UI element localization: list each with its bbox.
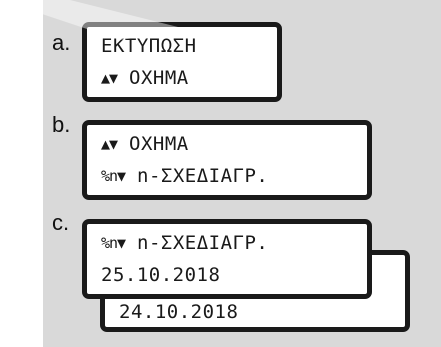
percent-n-down-icon: %n▼	[101, 167, 126, 185]
display-text: n-ΣΧΕΔΙΑΓΡ.	[125, 232, 269, 254]
display-line-1: %n▼ n-ΣΧΕΔΙΑΓΡ.	[101, 234, 268, 253]
display-text: ΟΧΗΜΑ	[117, 67, 189, 89]
display-line-1: ▲▼ ΟΧΗΜΑ	[101, 135, 189, 154]
display-line-2: ▲▼ ΟΧΗΜΑ	[101, 69, 189, 88]
step-label-c: c.	[52, 210, 70, 235]
display-text: ΟΧΗΜΑ	[117, 133, 189, 155]
up-down-arrows-icon: ▲▼	[101, 69, 118, 87]
percent-n-down-icon: %n▼	[101, 234, 126, 252]
step-label-a: a.	[52, 30, 71, 55]
display-screen-a: ΕΚΤΥΠΩΣΗ ▲▼ ΟΧΗΜΑ	[82, 22, 282, 102]
display-line-2: 25.10.2018	[101, 266, 220, 285]
display-text: 25.10.2018	[101, 264, 221, 286]
display-screen-b: ▲▼ ΟΧΗΜΑ %n▼ n-ΣΧΕΔΙΑΓΡ.	[82, 120, 372, 200]
display-line-1: ΕΚΤΥΠΩΣΗ	[101, 37, 197, 56]
display-screen-c: %n▼ n-ΣΧΕΔΙΑΓΡ. 25.10.2018	[82, 219, 372, 299]
up-down-arrows-icon: ▲▼	[101, 135, 118, 153]
display-text: n-ΣΧΕΔΙΑΓΡ.	[125, 165, 269, 187]
display-text: ΕΚΤΥΠΩΣΗ	[101, 35, 197, 57]
step-label-b: b.	[52, 112, 71, 137]
display-line-2: %n▼ n-ΣΧΕΔΙΑΓΡ.	[101, 167, 268, 186]
display-line-date-previous: 24.10.2018	[119, 301, 239, 323]
